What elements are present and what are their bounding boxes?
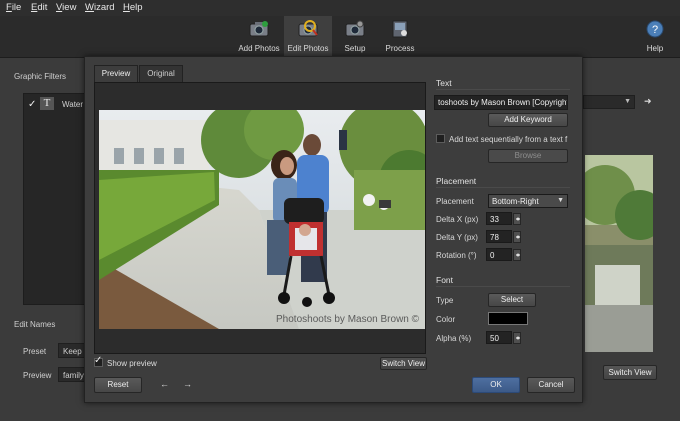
checkmark-icon: ✓: [94, 355, 103, 366]
placement-label: Placement: [436, 197, 474, 206]
menu-view[interactable]: View: [56, 2, 76, 13]
placement-section-divider: [436, 187, 570, 188]
rotation-input[interactable]: 0: [486, 248, 512, 261]
placement-value: Bottom-Right: [492, 197, 539, 206]
setup-icon: [345, 20, 365, 37]
edit-photos-button[interactable]: Edit Photos: [284, 16, 332, 58]
sequential-text-label: Add text sequentially from a text f: [449, 135, 568, 144]
process-label: Process: [385, 44, 415, 53]
select-font-button[interactable]: Select: [488, 293, 536, 307]
background-switch-view-button[interactable]: Switch View: [603, 365, 657, 380]
edit-photos-icon: [298, 20, 318, 37]
help-icon: ?: [646, 20, 664, 38]
reset-button[interactable]: Reset: [94, 377, 142, 393]
graphic-filters-heading: Graphic Filters: [14, 72, 67, 81]
rotation-stepper[interactable]: [513, 249, 521, 261]
preview-input[interactable]: family: [58, 367, 86, 382]
tab-original[interactable]: Original: [139, 65, 183, 82]
rotation-label: Rotation (°): [436, 251, 477, 260]
add-photos-label: Add Photos: [238, 44, 280, 53]
menu-help[interactable]: Help: [123, 2, 143, 13]
text-section-divider: [436, 89, 570, 90]
undo-arrow-icon[interactable]: ←: [160, 379, 169, 389]
help-label: Help: [646, 44, 664, 53]
filter-item-label[interactable]: Water: [62, 100, 83, 109]
redo-arrow-icon[interactable]: →: [183, 379, 192, 389]
menu-wizard[interactable]: Wizard: [85, 2, 115, 13]
delta-x-input[interactable]: 33: [486, 212, 512, 225]
filter-list: ✓ T Water: [23, 93, 88, 305]
menu-edit[interactable]: Edit: [31, 2, 47, 13]
sequential-text-checkbox[interactable]: [436, 134, 445, 143]
delta-y-label: Delta Y (px): [436, 233, 478, 242]
background-preview-image: [585, 155, 653, 352]
setup-button[interactable]: Setup: [336, 16, 374, 58]
setup-label: Setup: [344, 44, 366, 53]
text-filter-icon: T: [40, 97, 54, 110]
tab-preview[interactable]: Preview: [94, 65, 138, 82]
preset-input[interactable]: Keep O: [58, 343, 86, 358]
photo-image: [99, 110, 425, 329]
preview-frame: Photoshoots by Mason Brown ©: [94, 82, 426, 354]
svg-text:?: ?: [652, 24, 658, 36]
alpha-input[interactable]: 50: [486, 331, 512, 344]
color-label: Color: [436, 315, 456, 324]
help-button[interactable]: ? Help: [640, 16, 670, 58]
watermark-dialog: Preview Original Photoshoots by Mason Br…: [84, 56, 583, 403]
background-dropdown[interactable]: ▼: [583, 95, 635, 109]
delta-x-label: Delta X (px): [436, 215, 479, 224]
delta-x-stepper[interactable]: [513, 213, 521, 225]
watermark-overlay-text: Photoshoots by Mason Brown ©: [276, 314, 419, 325]
delta-y-stepper[interactable]: [513, 231, 521, 243]
preview-label: Preview: [23, 371, 52, 380]
preset-label: Preset: [23, 347, 47, 356]
filter-check-icon[interactable]: ✓: [28, 99, 36, 110]
edit-photos-label: Edit Photos: [287, 44, 329, 53]
watermark-text-input[interactable]: toshoots by Mason Brown [Copyright]: [434, 95, 568, 110]
chevron-down-icon: ▼: [624, 98, 631, 105]
menu-file[interactable]: File: [6, 2, 21, 13]
edit-names-heading: Edit Names: [14, 320, 56, 329]
alpha-stepper[interactable]: [513, 332, 521, 344]
switch-view-button[interactable]: Switch View: [380, 357, 427, 370]
browse-button[interactable]: Browse: [488, 149, 568, 163]
toolbar: Add Photos Edit Photos Setup Process ? H…: [0, 16, 680, 58]
add-keyword-button[interactable]: Add Keyword: [488, 113, 568, 127]
placement-dropdown[interactable]: Bottom-Right ▼: [488, 194, 568, 208]
alpha-label: Alpha (%): [436, 334, 472, 343]
color-swatch[interactable]: [488, 312, 528, 325]
preview-photo: Photoshoots by Mason Brown ©: [99, 110, 425, 329]
placement-section-title: Placement: [436, 176, 477, 186]
font-section-divider: [436, 286, 570, 287]
add-photos-icon: [249, 21, 269, 37]
type-label: Type: [436, 296, 454, 305]
text-section-title: Text: [436, 78, 452, 88]
add-photos-button[interactable]: Add Photos: [236, 16, 282, 58]
cancel-button[interactable]: Cancel: [527, 377, 575, 393]
delta-y-input[interactable]: 78: [486, 230, 512, 243]
menu-bar: File Edit View Wizard Help: [0, 0, 680, 16]
ok-button[interactable]: OK: [472, 377, 520, 393]
chevron-down-icon: ▼: [557, 197, 564, 204]
show-preview-label: Show preview: [107, 359, 157, 368]
font-section-title: Font: [436, 275, 454, 285]
arrow-right-icon[interactable]: ➜: [644, 96, 652, 107]
process-icon: [392, 20, 408, 38]
process-button[interactable]: Process: [380, 16, 420, 58]
